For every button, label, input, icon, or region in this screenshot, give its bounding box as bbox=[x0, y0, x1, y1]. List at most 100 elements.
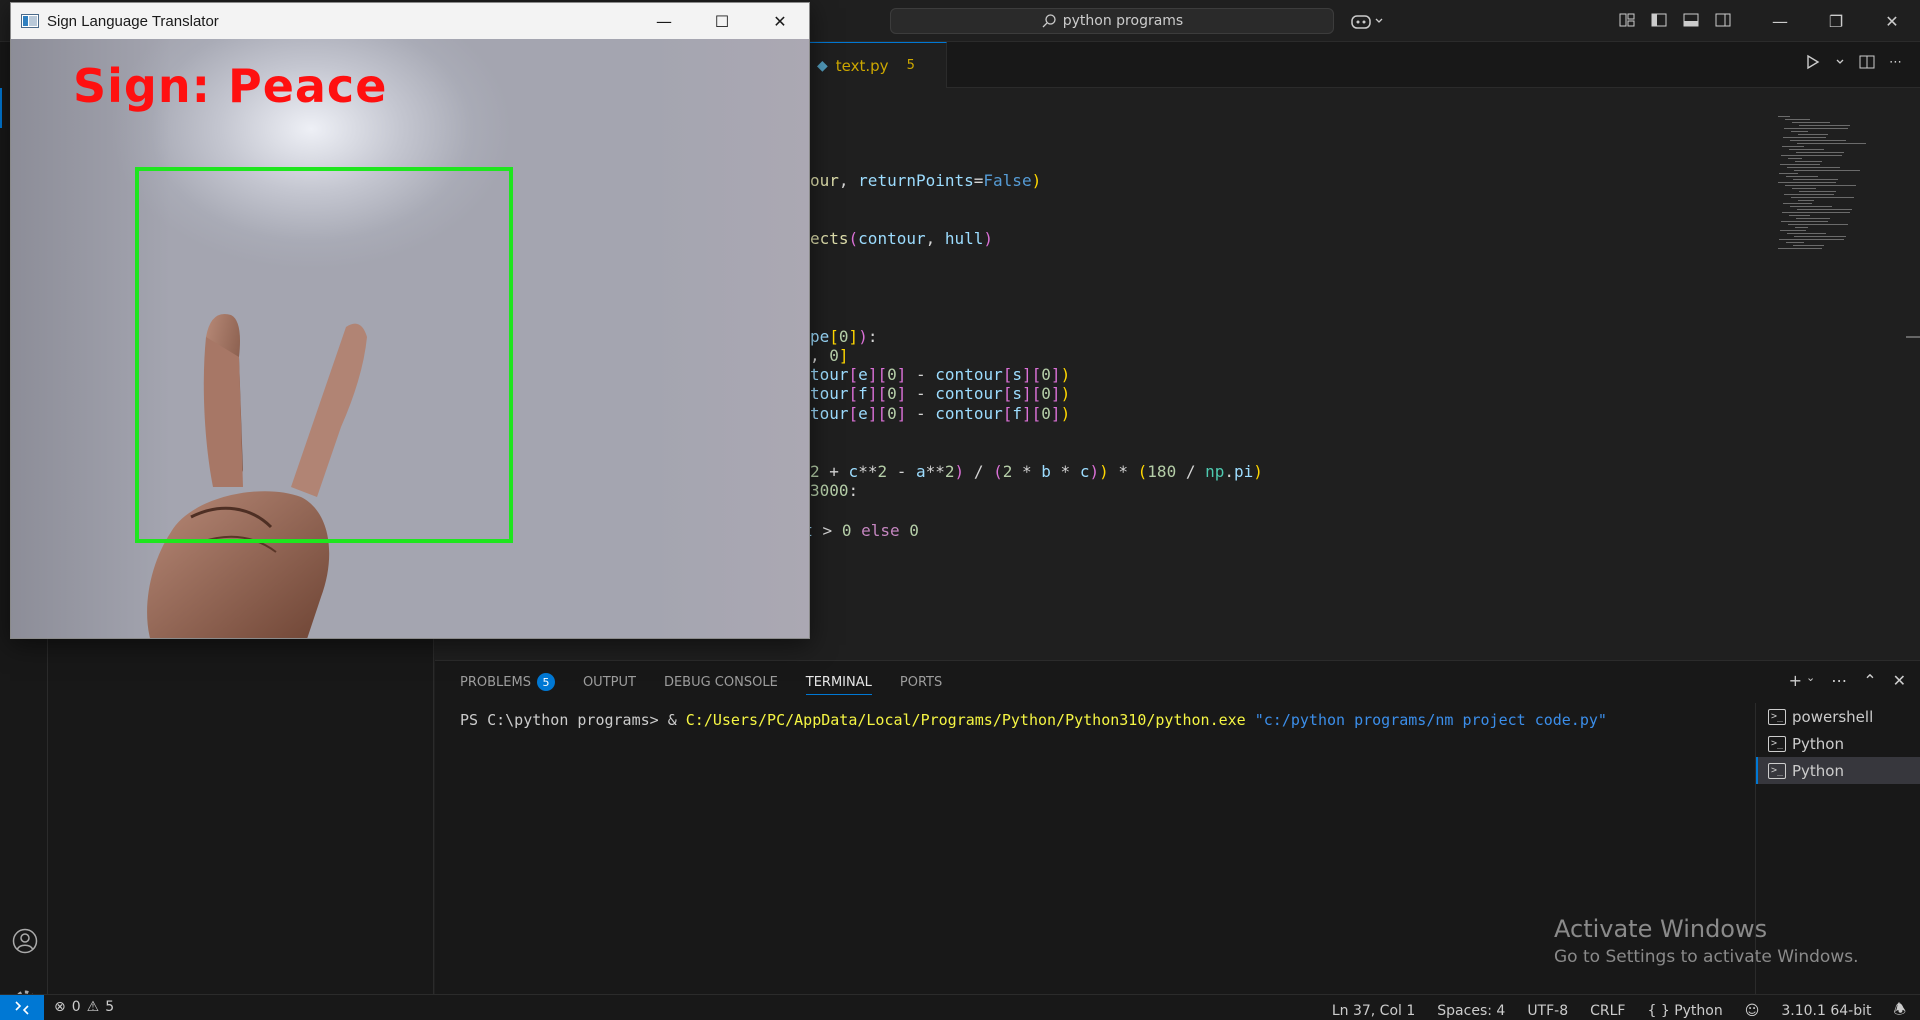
minimap-line bbox=[1778, 248, 1822, 249]
chevron-down-icon[interactable] bbox=[1835, 57, 1845, 67]
minimap-line bbox=[1799, 125, 1850, 126]
braces-icon: { } bbox=[1647, 1003, 1670, 1019]
python-file-icon: ◆ bbox=[817, 57, 828, 74]
minimap-line bbox=[1782, 212, 1850, 213]
terminal-icon: >_ bbox=[1768, 708, 1786, 725]
line-ending[interactable]: CRLF bbox=[1590, 1003, 1625, 1019]
new-terminal-icon[interactable]: + bbox=[1789, 671, 1802, 690]
terminal-item-python-active[interactable]: >_ Python bbox=[1756, 757, 1920, 784]
minimap-line bbox=[1792, 122, 1830, 123]
window-titlebar[interactable]: Sign Language Translator — ☐ ✕ bbox=[11, 3, 809, 39]
python-interpreter[interactable]: 3.10.1 64-bit bbox=[1781, 1003, 1871, 1019]
customize-layout-icon[interactable] bbox=[1616, 9, 1638, 31]
minimap-line bbox=[1784, 128, 1848, 129]
code-line: 3000: bbox=[810, 481, 859, 500]
status-bar: ⊗ 0 ⚠ 5 Ln 37, Col 1 Spaces: 4 UTF-8 CRLF … bbox=[0, 994, 1920, 1020]
minimap-line bbox=[1788, 158, 1802, 159]
notifications-bell-icon[interactable]: 🕭 bbox=[1893, 999, 1906, 1020]
minimap-line bbox=[1794, 170, 1860, 171]
terminal-item-label: Python bbox=[1792, 761, 1844, 780]
search-text: python programs bbox=[1062, 13, 1184, 29]
minimap-line bbox=[1791, 197, 1854, 198]
app-icon bbox=[21, 14, 39, 28]
copilot-button[interactable] bbox=[1350, 10, 1390, 32]
minimap-line bbox=[1781, 155, 1842, 156]
toggle-panel-icon[interactable] bbox=[1680, 9, 1702, 31]
minimap[interactable] bbox=[1770, 116, 1880, 256]
remote-indicator[interactable] bbox=[0, 995, 44, 1020]
minimap-line bbox=[1788, 224, 1848, 225]
toggle-secondary-sidebar-icon[interactable] bbox=[1712, 9, 1734, 31]
copilot-status-icon[interactable]: ☺ bbox=[1745, 1003, 1760, 1019]
terminal-item-label: Python bbox=[1792, 734, 1844, 753]
indentation[interactable]: Spaces: 4 bbox=[1437, 1003, 1505, 1019]
terminal-item-powershell[interactable]: >_ powershell bbox=[1756, 703, 1920, 730]
minimize-icon[interactable]: — bbox=[635, 3, 693, 39]
problems-badge: 5 bbox=[536, 673, 555, 691]
active-view-indicator bbox=[0, 88, 2, 128]
tab-output[interactable]: OUTPUT bbox=[583, 661, 636, 703]
close-panel-icon[interactable]: ✕ bbox=[1893, 671, 1906, 690]
camera-frame: Sign: Peace bbox=[11, 39, 809, 638]
restore-icon[interactable]: ❐ bbox=[1808, 0, 1864, 42]
command-center-search[interactable]: python programs bbox=[890, 8, 1334, 34]
terminal-arg: "c:/python programs/nm project code.py" bbox=[1254, 711, 1607, 729]
minimap-line bbox=[1793, 245, 1824, 246]
account-icon[interactable] bbox=[12, 928, 38, 954]
maximize-icon[interactable]: ☐ bbox=[693, 3, 751, 39]
tab-text-py[interactable]: ◆ text.py 5 bbox=[807, 42, 947, 88]
terminal-icon: >_ bbox=[1768, 735, 1786, 752]
minimap-line bbox=[1796, 218, 1830, 219]
more-actions-icon[interactable]: ⋯ bbox=[1831, 671, 1847, 690]
minimap-line bbox=[1799, 191, 1836, 192]
cursor-position[interactable]: Ln 37, Col 1 bbox=[1332, 1003, 1415, 1019]
minimap-line bbox=[1798, 200, 1814, 201]
minimap-line bbox=[1778, 116, 1790, 117]
code-line: tour[e][0] - contour[f][0]) bbox=[810, 404, 1071, 423]
scrollbar-position-marker[interactable] bbox=[1906, 336, 1920, 338]
close-icon[interactable]: ✕ bbox=[1864, 0, 1920, 42]
minimap-line bbox=[1789, 215, 1810, 216]
error-icon: ⊗ bbox=[54, 999, 66, 1015]
tab-debug-console-label: DEBUG CONSOLE bbox=[663, 674, 778, 690]
language-label: Python bbox=[1674, 1003, 1723, 1019]
tab-debug-console[interactable]: DEBUG CONSOLE bbox=[664, 661, 778, 703]
warning-count: 5 bbox=[105, 999, 115, 1015]
maximize-panel-icon[interactable]: ⌃ bbox=[1863, 671, 1876, 690]
minimap-line bbox=[1782, 146, 1804, 147]
sign-language-window[interactable]: Sign Language Translator — ☐ ✕ Sign: Pea… bbox=[10, 2, 810, 639]
terminal-item-python[interactable]: >_ Python bbox=[1756, 730, 1920, 757]
minimap-line bbox=[1797, 143, 1866, 144]
minimize-icon[interactable]: — bbox=[1752, 0, 1808, 42]
activate-subtitle: Go to Settings to activate Windows. bbox=[1554, 947, 1859, 967]
activate-title: Activate Windows bbox=[1554, 915, 1768, 943]
toggle-primary-sidebar-icon[interactable] bbox=[1648, 9, 1670, 31]
status-problems[interactable]: ⊗ 0 ⚠ 5 bbox=[54, 999, 114, 1015]
minimap-line bbox=[1779, 239, 1844, 240]
split-editor-icon[interactable] bbox=[1859, 54, 1875, 70]
tab-terminal[interactable]: TERMINAL bbox=[805, 661, 873, 703]
minimap-line bbox=[1790, 140, 1846, 141]
more-actions-icon[interactable]: ⋯ bbox=[1889, 55, 1902, 70]
tab-problem-count: 5 bbox=[906, 58, 915, 73]
minimap-line bbox=[1789, 149, 1824, 150]
minimap-line bbox=[1779, 173, 1798, 174]
minimap-line bbox=[1785, 185, 1856, 186]
run-icon[interactable] bbox=[1805, 54, 1821, 70]
close-icon[interactable]: ✕ bbox=[751, 3, 809, 39]
tab-ports[interactable]: PORTS bbox=[900, 661, 942, 703]
minimap-line bbox=[1794, 236, 1846, 237]
minimap-line bbox=[1786, 176, 1818, 177]
minimap-line bbox=[1778, 182, 1836, 183]
minimap-line bbox=[1790, 206, 1832, 207]
tab-problems[interactable]: PROBLEMS 5 bbox=[460, 661, 555, 703]
encoding[interactable]: UTF-8 bbox=[1527, 1003, 1568, 1019]
terminal-prompt: PS C:\python programs> & bbox=[460, 711, 686, 729]
chevron-down-icon[interactable]: ⌄ bbox=[1806, 671, 1815, 690]
minimap-line bbox=[1781, 221, 1828, 222]
minimap-line bbox=[1783, 203, 1812, 204]
terminal-output[interactable]: PS C:\python programs> & C:/Users/PC/App… bbox=[460, 711, 1607, 729]
terminal-exe: C:/Users/PC/AppData/Local/Programs/Pytho… bbox=[685, 711, 1246, 729]
language-mode[interactable]: { } Python bbox=[1647, 1003, 1722, 1019]
window-title: Sign Language Translator bbox=[47, 12, 219, 30]
